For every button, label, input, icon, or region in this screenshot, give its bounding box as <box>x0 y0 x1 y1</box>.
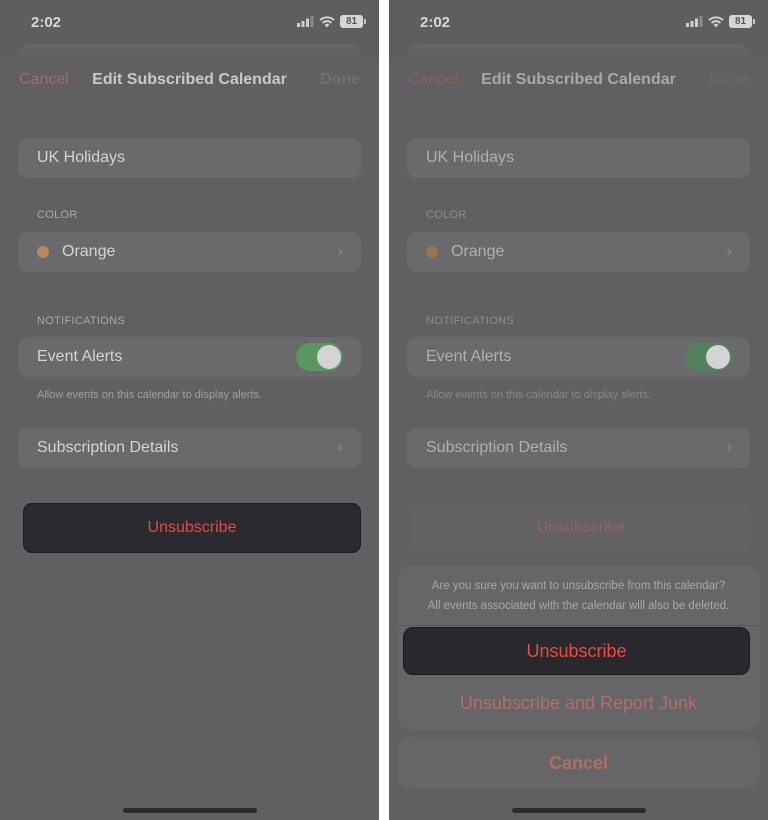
color-dot-icon <box>37 246 49 258</box>
cellular-signal-icon <box>297 16 314 27</box>
status-icons: 81 <box>686 15 755 28</box>
screen-edit-calendar: 2:02 81 Cancel Edit Subscribed Calendar … <box>0 0 379 820</box>
done-button[interactable]: Done <box>709 71 749 89</box>
status-icons: 81 <box>297 15 366 28</box>
confirm-unsubscribe-label: Unsubscribe <box>526 640 627 661</box>
status-bar: 2:02 81 <box>389 0 768 44</box>
event-alerts-row: Event Alerts <box>18 337 361 377</box>
event-alerts-toggle[interactable] <box>296 343 343 371</box>
event-alerts-label: Event Alerts <box>426 348 512 365</box>
unsubscribe-report-junk-button[interactable]: Unsubscribe and Report Junk <box>397 680 760 726</box>
unsubscribe-button[interactable]: Unsubscribe <box>23 503 361 553</box>
battery-icon: 81 <box>729 15 755 28</box>
notifications-section-label: NOTIFICATIONS <box>37 315 126 327</box>
report-junk-label: Unsubscribe and Report Junk <box>459 692 698 713</box>
confirm-unsubscribe-button[interactable]: Unsubscribe <box>403 627 750 675</box>
unsubscribe-button[interactable]: Unsubscribe <box>412 503 750 553</box>
action-sheet-cancel-button[interactable]: Cancel <box>397 737 760 789</box>
event-alerts-footnote: Allow events on this calendar to display… <box>426 389 652 401</box>
color-value: Orange <box>62 243 116 260</box>
done-button[interactable]: Done <box>320 71 360 89</box>
color-row[interactable]: Orange › <box>407 232 750 272</box>
unsubscribe-label: Unsubscribe <box>147 519 237 536</box>
subscription-details-label: Subscription Details <box>426 439 568 456</box>
action-sheet-message: Are you sure you want to unsubscribe fro… <box>397 576 760 616</box>
wifi-icon <box>708 15 724 27</box>
calendar-name-field[interactable]: UK Holidays <box>407 138 750 178</box>
calendar-name-field[interactable]: UK Holidays <box>18 138 361 178</box>
navigation-bar: Cancel Edit Subscribed Calendar Done <box>389 55 768 105</box>
divider <box>397 625 760 626</box>
screen-unsubscribe-confirm: 2:02 81 Cancel Edit Subscribed Calendar … <box>389 0 768 820</box>
navigation-bar: Cancel Edit Subscribed Calendar Done <box>0 55 379 105</box>
chevron-right-icon: › <box>337 243 343 260</box>
chevron-right-icon: › <box>726 439 732 456</box>
color-section-label: COLOR <box>37 209 78 221</box>
color-section-label: COLOR <box>426 209 467 221</box>
calendar-name-value: UK Holidays <box>426 149 515 166</box>
event-alerts-label: Event Alerts <box>37 348 123 365</box>
status-bar: 2:02 81 <box>0 0 379 44</box>
battery-icon: 81 <box>340 15 366 28</box>
cellular-signal-icon <box>686 16 703 27</box>
notifications-section-label: NOTIFICATIONS <box>426 315 515 327</box>
status-time: 2:02 <box>420 14 451 31</box>
home-indicator[interactable] <box>511 808 646 813</box>
subscription-details-row[interactable]: Subscription Details › <box>18 428 361 468</box>
home-indicator[interactable] <box>122 808 257 813</box>
wifi-icon <box>319 15 335 27</box>
color-row[interactable]: Orange › <box>18 232 361 272</box>
action-sheet-cancel-label: Cancel <box>548 752 609 773</box>
chevron-right-icon: › <box>726 243 732 260</box>
unsubscribe-label: Unsubscribe <box>536 519 626 536</box>
status-time: 2:02 <box>31 14 62 31</box>
event-alerts-footnote: Allow events on this calendar to display… <box>37 389 263 401</box>
calendar-name-value: UK Holidays <box>37 149 126 166</box>
action-sheet-message-line2: All events associated with the calendar … <box>427 600 730 612</box>
action-sheet-message-line1: Are you sure you want to unsubscribe fro… <box>431 580 726 592</box>
subscription-details-row[interactable]: Subscription Details › <box>407 428 750 468</box>
subscription-details-label: Subscription Details <box>37 439 179 456</box>
color-value: Orange <box>451 243 505 260</box>
event-alerts-row: Event Alerts <box>407 337 750 377</box>
event-alerts-toggle[interactable] <box>685 343 732 371</box>
color-dot-icon <box>426 246 438 258</box>
chevron-right-icon: › <box>337 439 343 456</box>
